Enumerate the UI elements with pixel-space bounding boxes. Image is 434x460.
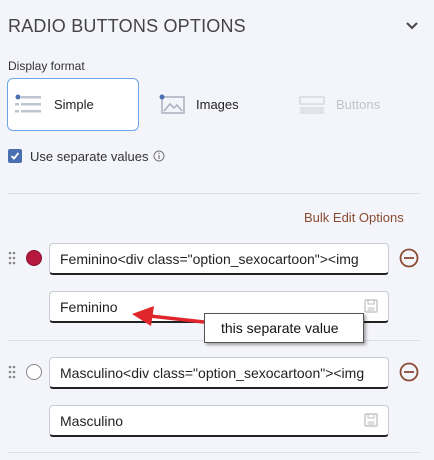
annotation-text: this separate value xyxy=(221,320,339,336)
option-separate-value: Feminino xyxy=(60,299,118,315)
chevron-down-icon[interactable] xyxy=(404,18,420,34)
format-option-simple[interactable]: Simple xyxy=(7,78,139,131)
annotation-callout: this separate value xyxy=(204,313,364,343)
divider xyxy=(8,193,420,194)
panel-header[interactable]: RADIO BUTTONS OPTIONS xyxy=(0,0,434,52)
image-icon xyxy=(156,93,186,117)
option-value-input[interactable]: Masculino xyxy=(49,405,389,437)
option-label-value: Masculino<div class="option_sexocartoon"… xyxy=(60,365,365,381)
info-icon[interactable] xyxy=(153,150,165,162)
option-radio-feminino[interactable] xyxy=(26,250,42,266)
use-separate-values-label: Use separate values xyxy=(30,148,149,164)
remove-option-icon[interactable] xyxy=(399,362,419,382)
option-label-value: Feminino<div class="option_sexocartoon">… xyxy=(60,251,359,267)
save-icon[interactable] xyxy=(364,413,378,427)
option-label-input[interactable]: Masculino<div class="option_sexocartoon"… xyxy=(49,357,389,389)
format-option-buttons[interactable]: Buttons xyxy=(290,78,410,131)
option-separate-value: Masculino xyxy=(60,413,124,429)
panel-title: RADIO BUTTONS OPTIONS xyxy=(8,16,246,36)
bulk-edit-options-link[interactable]: Bulk Edit Options xyxy=(304,210,404,225)
option-radio-masculino[interactable] xyxy=(26,364,42,380)
use-separate-values-checkbox[interactable] xyxy=(8,149,22,163)
format-label-simple: Simple xyxy=(54,97,94,112)
display-format-label: Display format xyxy=(8,59,85,73)
remove-option-icon[interactable] xyxy=(399,248,419,268)
divider xyxy=(8,452,420,453)
drag-handle-icon[interactable] xyxy=(8,251,16,265)
option-label-input[interactable]: Feminino<div class="option_sexocartoon">… xyxy=(49,243,389,275)
format-label-images: Images xyxy=(196,97,239,112)
list-icon xyxy=(14,93,44,117)
save-icon[interactable] xyxy=(364,299,378,313)
drag-handle-icon[interactable] xyxy=(8,365,16,379)
use-separate-values-row[interactable]: Use separate values xyxy=(8,147,165,165)
format-label-buttons: Buttons xyxy=(336,97,381,112)
format-option-images[interactable]: Images xyxy=(150,78,270,131)
buttons-icon xyxy=(296,93,326,117)
